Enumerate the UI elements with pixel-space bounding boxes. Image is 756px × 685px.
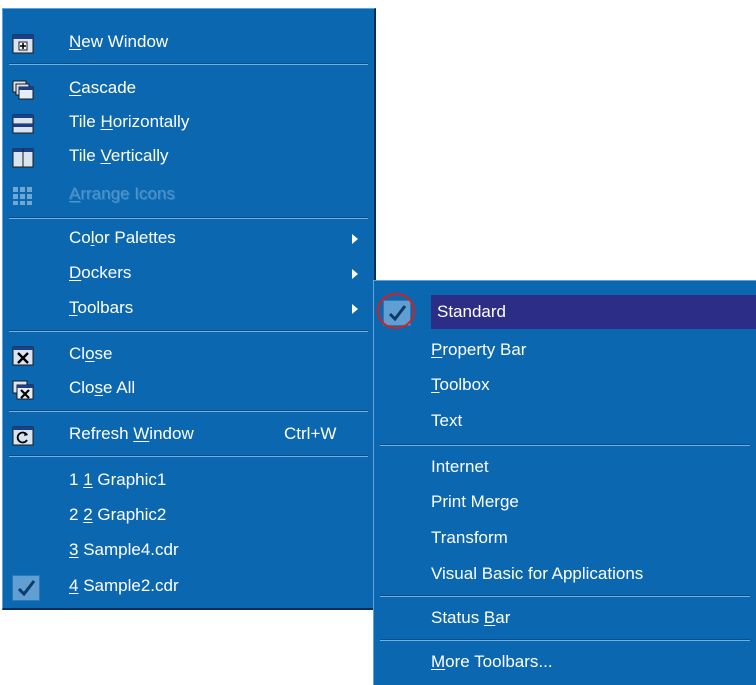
submenu-item-toolbox[interactable]: Toolbox	[374, 368, 756, 402]
checkmark-icon	[12, 575, 40, 601]
separator	[9, 330, 368, 332]
menu-item-toolbars[interactable]: Toolbars	[3, 291, 374, 325]
menu-item-label: Text	[431, 411, 463, 430]
separator	[9, 217, 368, 219]
separator	[380, 595, 750, 597]
separator	[380, 639, 750, 641]
menu-item-label: Standard	[431, 295, 756, 329]
shortcut-label: Ctrl+W	[284, 424, 337, 443]
menu-item-label: Color Palettes	[69, 228, 176, 247]
highlight-circle	[377, 293, 415, 329]
menu-item-arrange-icons[interactable]: Arrange Icons	[3, 177, 374, 211]
submenu-item-text[interactable]: Text	[374, 404, 756, 438]
menu-item-close[interactable]: Close	[3, 337, 374, 371]
arrange-icons-icon	[12, 184, 34, 205]
menu-item-label: Refresh Window	[69, 424, 194, 443]
submenu-item-transform[interactable]: Transform	[374, 521, 756, 555]
submenu-arrow-icon	[352, 269, 358, 279]
menu-item-label: Cascade	[69, 78, 137, 97]
menu-item-label: Tile Vertically	[69, 146, 169, 165]
menu-item-label: 3 Sample4.cdr	[69, 540, 179, 559]
menu-item-close-all[interactable]: Close All	[3, 371, 374, 405]
menu-item-label: Status Bar	[431, 608, 511, 627]
submenu-item-internet[interactable]: Internet	[374, 450, 756, 484]
menu-item-label: Visual Basic for Applications	[431, 564, 644, 583]
new-window-icon	[12, 32, 34, 54]
separator	[9, 63, 368, 65]
menu-item-label: Dockers	[69, 263, 132, 282]
submenu-item-status-bar[interactable]: Status Bar	[374, 601, 756, 635]
menu-item-new-window[interactable]: New Window	[3, 25, 374, 59]
menu-item-label: Toolbars	[69, 298, 134, 317]
submenu-arrow-icon	[352, 304, 358, 314]
menu-item-label: Tile Horizontally	[69, 112, 190, 131]
menu-item-label: Print Merge	[431, 492, 519, 511]
submenu-item-print-merge[interactable]: Print Merge	[374, 485, 756, 519]
submenu-item-property-bar[interactable]: Property Bar	[374, 333, 756, 367]
menu-item-label: Close	[69, 344, 113, 363]
menu-item-tile-vertically[interactable]: Tile Vertically	[3, 139, 374, 173]
tile-vertically-icon	[12, 146, 34, 168]
menu-item-label: 4 Sample2.cdr	[69, 576, 179, 595]
separator	[9, 410, 368, 412]
close-all-icon	[12, 378, 34, 400]
menu-item-document-3[interactable]: 3 Sample4.cdr	[3, 533, 374, 567]
menu-item-dockers[interactable]: Dockers	[3, 256, 374, 290]
toolbars-submenu: Standard Property Bar Toolbox Text Inter…	[373, 280, 756, 685]
menu-item-label: More Toolbars...	[431, 652, 553, 671]
menu-item-label: Internet	[431, 457, 489, 476]
menu-item-label: Transform	[431, 528, 508, 547]
separator	[380, 444, 750, 446]
menu-item-tile-horizontally[interactable]: Tile Horizontally	[3, 105, 374, 139]
close-window-icon	[12, 344, 34, 366]
menu-item-document-1[interactable]: 1 1 Graphic1	[3, 463, 374, 497]
cascade-icon	[12, 78, 34, 100]
menu-item-label: New Window	[69, 32, 169, 51]
menu-item-label: Toolbox	[431, 375, 490, 394]
menu-item-document-4[interactable]: 4 Sample2.cdr	[3, 569, 374, 603]
menu-item-label: Arrange Icons	[69, 184, 175, 203]
menu-item-document-2[interactable]: 2 2 Graphic2	[3, 498, 374, 532]
submenu-item-standard[interactable]: Standard	[374, 293, 756, 329]
menu-item-cascade[interactable]: Cascade	[3, 71, 374, 105]
refresh-window-icon	[12, 424, 34, 446]
separator	[9, 455, 368, 457]
tile-horizontally-icon	[12, 112, 34, 134]
submenu-arrow-icon	[352, 234, 358, 244]
menu-item-label: Close All	[69, 378, 136, 397]
menu-item-label: 2 2 Graphic2	[69, 505, 167, 524]
window-menu: New Window Cascade Tile Horizontally Til…	[2, 8, 376, 610]
submenu-item-more-toolbars[interactable]: More Toolbars...	[374, 645, 756, 679]
menu-item-refresh-window[interactable]: Refresh Window Ctrl+W	[3, 417, 374, 451]
menu-item-color-palettes[interactable]: Color Palettes	[3, 221, 374, 255]
menu-item-label: 1 1 Graphic1	[69, 470, 167, 489]
submenu-item-vba[interactable]: Visual Basic for Applications	[374, 557, 756, 591]
menu-item-label: Property Bar	[431, 340, 527, 359]
